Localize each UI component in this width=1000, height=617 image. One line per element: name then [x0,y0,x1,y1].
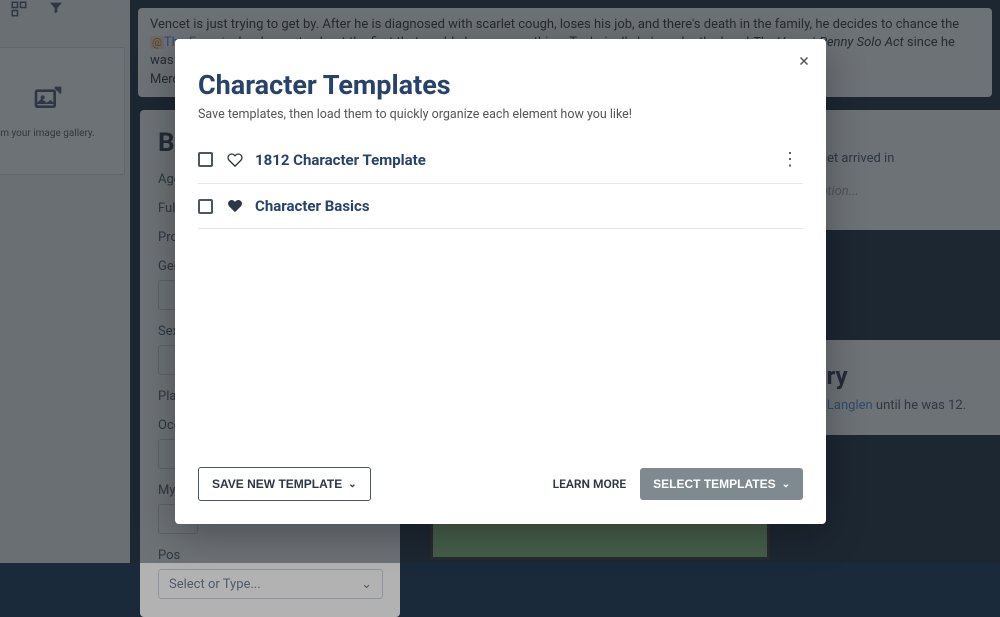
more-vertical-icon[interactable]: ⋮ [777,149,803,170]
template-name: Character Basics [255,197,803,215]
save-new-template-button[interactable]: SAVE NEW TEMPLATE ⌄ [198,467,371,501]
template-row[interactable]: 1812 Character Template ⋮ [198,136,803,184]
heart-filled-icon[interactable] [227,198,243,214]
modal-title: Character Templates [198,69,803,101]
checkbox[interactable] [198,152,213,167]
modal-footer: SAVE NEW TEMPLATE ⌄ LEARN MORE SELECT TE… [198,467,803,501]
heart-outline-icon[interactable] [227,152,243,168]
character-templates-modal: Character Templates Save templates, then… [175,39,826,524]
chevron-down-icon: ⌄ [348,479,356,490]
close-button[interactable] [794,51,814,71]
learn-more-button[interactable]: LEARN MORE [553,477,627,491]
template-name: 1812 Character Template [255,151,777,169]
select-input-pos[interactable]: Select or Type... ⌄ [158,569,383,599]
checkbox[interactable] [198,199,213,214]
template-list: 1812 Character Template ⋮ Character Basi… [198,136,803,453]
chevron-down-icon: ⌄ [361,577,372,592]
template-row[interactable]: Character Basics [198,184,803,229]
modal-subtitle: Save templates, then load them to quickl… [198,107,803,122]
chevron-down-icon: ⌄ [782,479,790,490]
select-templates-button[interactable]: SELECT TEMPLATES ⌄ [640,468,803,500]
